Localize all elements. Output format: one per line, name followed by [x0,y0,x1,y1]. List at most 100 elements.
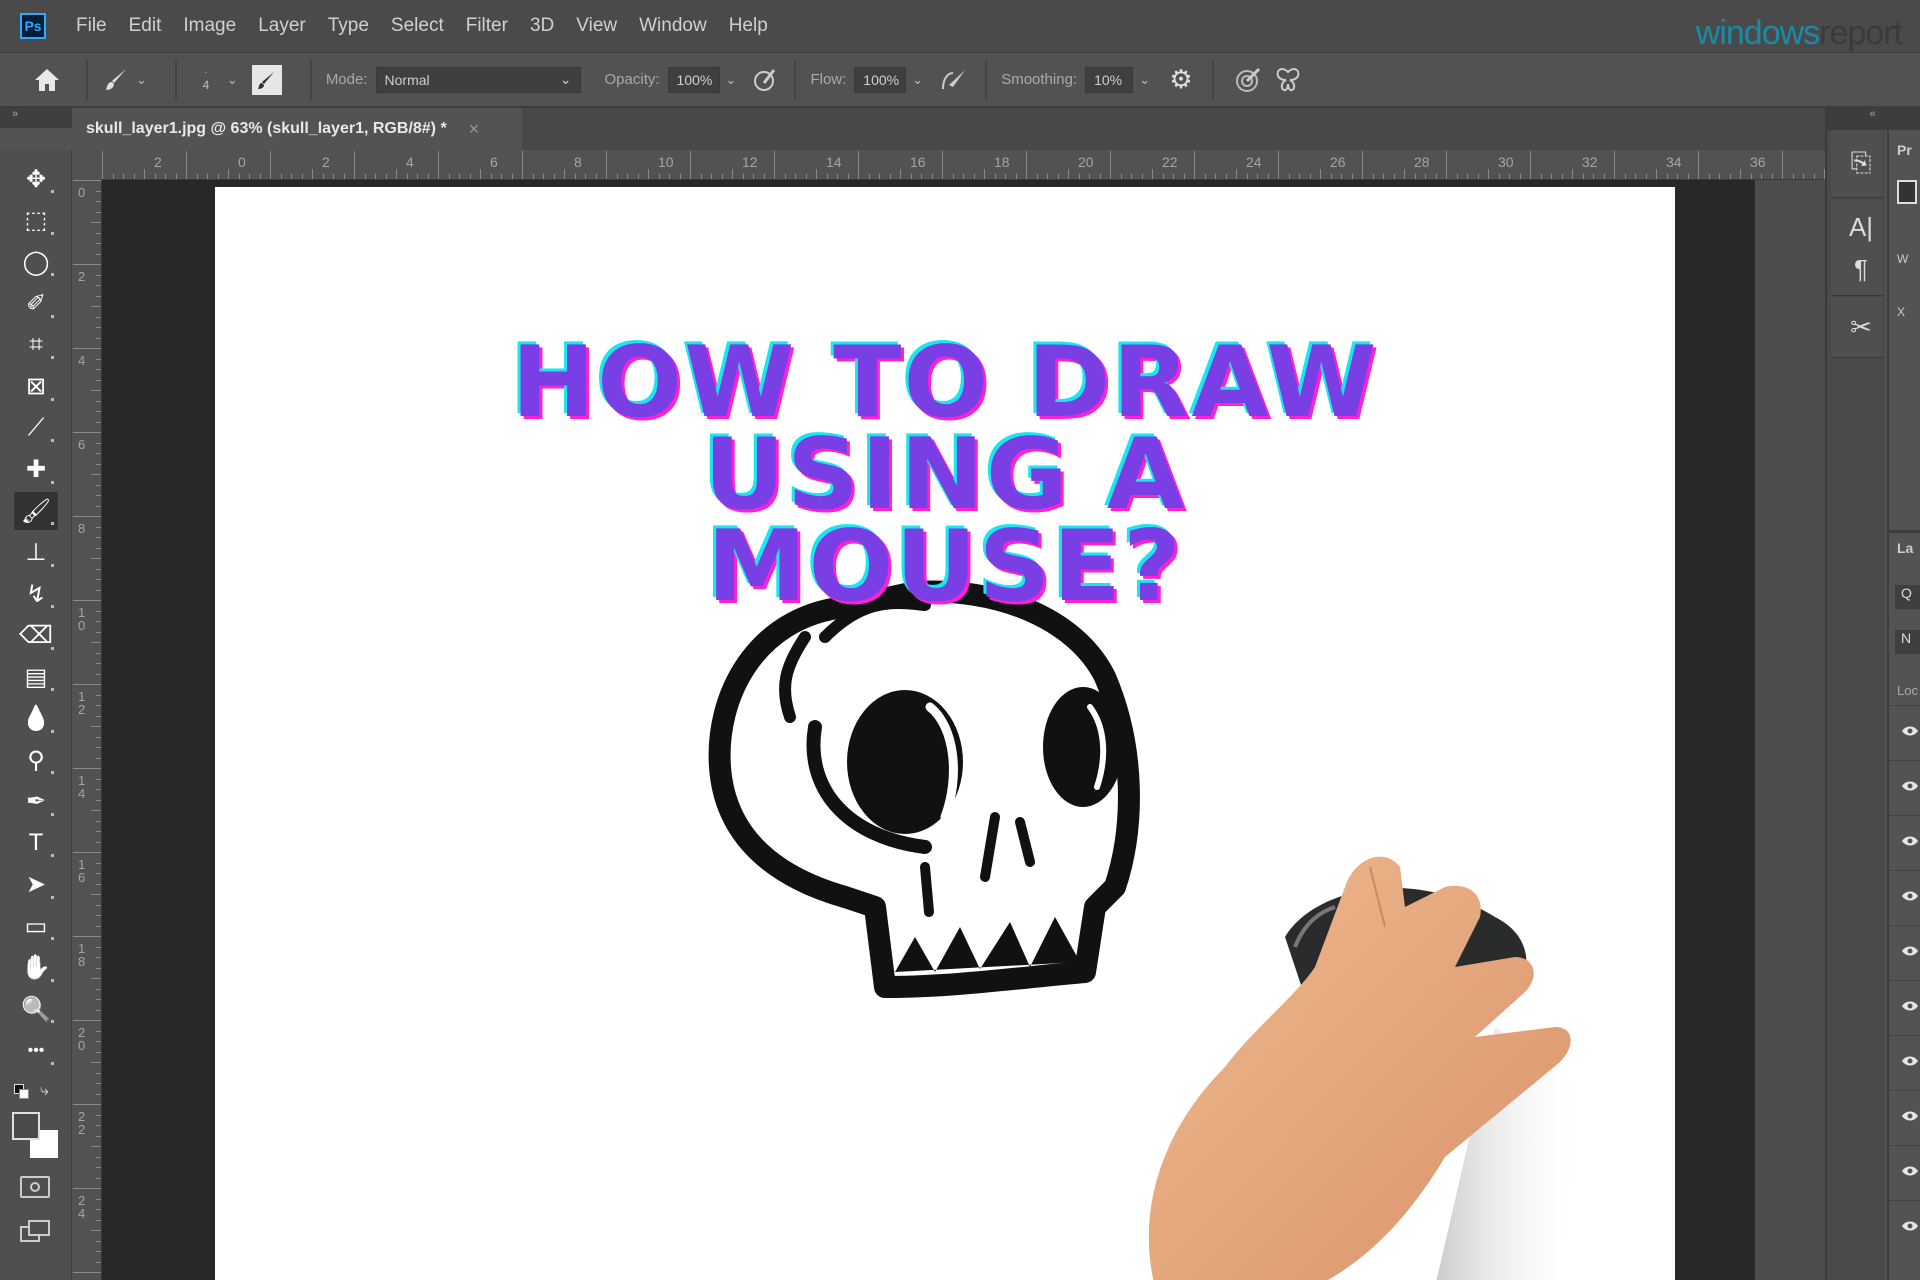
vertical-ruler[interactable]: 0 2 4 6 8 10 12 14 16 18 20 22 24 [72,180,102,1280]
menu-image[interactable]: Image [183,15,236,37]
visibility-eye-icon[interactable] [1901,944,1919,962]
visibility-eye-icon[interactable] [1901,889,1919,907]
visibility-eye-icon[interactable] [1901,999,1919,1017]
path-selection-tool[interactable]: ➤ [14,866,58,904]
ruler-tick [73,264,101,265]
blend-mode-select[interactable]: N [1895,630,1920,654]
move-tool[interactable]: ✥ [14,160,58,198]
symmetry-button[interactable] [1268,66,1308,94]
hand-tool[interactable]: ✋ [14,949,58,987]
eraser-tool[interactable]: ⌫ [14,617,58,655]
brush-tool[interactable]: 🖌 [14,492,58,530]
ruler-origin[interactable] [72,150,102,180]
default-colors-button[interactable] [14,1084,32,1102]
frame-tool[interactable]: ⊠ [14,368,58,406]
skull-illustration [708,580,1140,998]
rectangle-tool[interactable]: ▭ [14,907,58,945]
paragraph-panel-button[interactable]: ¶ [1837,244,1885,294]
brush-settings-toggle[interactable] [251,64,282,95]
quick-mask-button[interactable] [20,1176,50,1198]
brush-angle-button[interactable] [1228,66,1268,94]
close-tab-icon[interactable]: × [469,119,480,140]
angle-target-icon [1236,67,1261,92]
ruler-tick [96,1240,101,1242]
smoothing-dropdown[interactable]: ⌄ [1139,72,1150,88]
properties-tab[interactable]: Pr [1897,142,1912,158]
pen-tool[interactable]: ✒ [14,783,58,821]
document-tab[interactable]: skull_layer1.jpg @ 63% (skull_layer1, RG… [72,108,522,150]
layer-row[interactable] [1889,760,1920,815]
flow-dropdown[interactable]: ⌄ [912,72,923,88]
gradient-tool[interactable]: ▤ [14,658,58,696]
quick-selection-icon: ✐ [25,290,47,317]
marquee-tool[interactable]: ⬚ [14,202,58,240]
crop-tool[interactable]: ⌗ [14,326,58,364]
opacity-dropdown[interactable]: ⌄ [726,72,737,88]
mode-select[interactable]: Normal ⌄ [375,66,581,93]
menu-help[interactable]: Help [729,15,768,37]
layer-search-field[interactable]: Q [1895,585,1920,609]
dodge-tool[interactable]: ⚲ [14,741,58,779]
layer-row[interactable] [1889,1090,1920,1145]
menu-3d[interactable]: 3D [530,15,554,37]
ruler-tick-label: 18 [994,154,1010,170]
visibility-eye-icon[interactable] [1901,724,1919,742]
blur-tool[interactable]: 💧 [14,700,58,738]
menu-layer[interactable]: Layer [258,15,306,37]
menu-file[interactable]: File [76,15,107,37]
layer-row[interactable] [1889,870,1920,925]
layer-row[interactable] [1889,815,1920,870]
zoom-tool[interactable]: 🔍 [14,990,58,1028]
smoothing-options-button[interactable]: ⚙ [1164,64,1198,95]
visibility-eye-icon[interactable] [1901,779,1919,797]
separator [309,59,312,100]
healing-brush-tool[interactable]: ✚ [14,451,58,489]
visibility-eye-icon[interactable] [1901,834,1919,852]
layer-row[interactable] [1889,925,1920,980]
image-canvas[interactable]: HOW TO DRAW USING A MOUSE? [215,187,1675,1280]
edit-toolbar[interactable]: ••• [14,1032,58,1070]
visibility-eye-icon[interactable] [1901,1054,1919,1072]
ruler-tick [270,151,271,179]
layer-row[interactable] [1889,705,1920,760]
eyedropper-tool[interactable]: ⟋ [14,409,58,447]
panel-dock: ⎘ A| ¶ ✂ [1825,108,1885,1280]
menu-select[interactable]: Select [391,15,444,37]
toolbar-collapse-button[interactable]: » [0,108,75,128]
foreground-color-swatch[interactable] [12,1112,40,1140]
visibility-eye-icon[interactable] [1901,1164,1919,1182]
opacity-input[interactable]: 100% [667,66,720,93]
layer-row[interactable] [1889,1035,1920,1090]
layer-row[interactable] [1889,1200,1920,1255]
chevron-down-icon[interactable]: ⌄ [227,72,238,88]
history-brush-tool[interactable]: ↯ [14,575,58,613]
clone-stamp-tool[interactable]: ⊥ [14,534,58,572]
smoothing-input[interactable]: 10% [1085,66,1134,93]
layer-row[interactable] [1889,1145,1920,1200]
menu-edit[interactable]: Edit [129,15,162,37]
pressure-opacity-button[interactable] [750,67,780,93]
visibility-eye-icon[interactable] [1901,1219,1919,1237]
tool-preset-picker[interactable]: ⌄ [102,66,161,94]
type-tool[interactable]: T [14,824,58,862]
menu-filter[interactable]: Filter [466,15,508,37]
home-button[interactable] [22,67,72,93]
screen-mode-button[interactable] [20,1218,52,1244]
visibility-eye-icon[interactable] [1901,1109,1919,1127]
layers-tab[interactable]: La [1897,540,1913,556]
menu-type[interactable]: Type [328,15,369,37]
menu-view[interactable]: View [576,15,617,37]
tools-panel-button[interactable]: ✂ [1837,302,1885,352]
quick-selection-tool[interactable]: ✐ [14,285,58,323]
airbrush-button[interactable] [937,67,971,93]
flow-input[interactable]: 100% [854,66,907,93]
layer-row[interactable] [1889,980,1920,1035]
menu-window[interactable]: Window [639,15,707,37]
ruler-tick [931,174,933,179]
horizontal-ruler[interactable]: 2 0 2 4 6 8 10 12 14 16 18 20 22 24 26 28 30 32 34 36 [102,150,1825,180]
swap-colors-button[interactable]: ⤷ [40,1082,49,1100]
panels-collapse-button[interactable]: « [1825,108,1920,130]
lasso-tool[interactable]: ◯ [14,243,58,281]
brush-size-picker[interactable]: · 4 [191,67,221,92]
history-panel-button[interactable]: ⎘ [1837,138,1885,188]
